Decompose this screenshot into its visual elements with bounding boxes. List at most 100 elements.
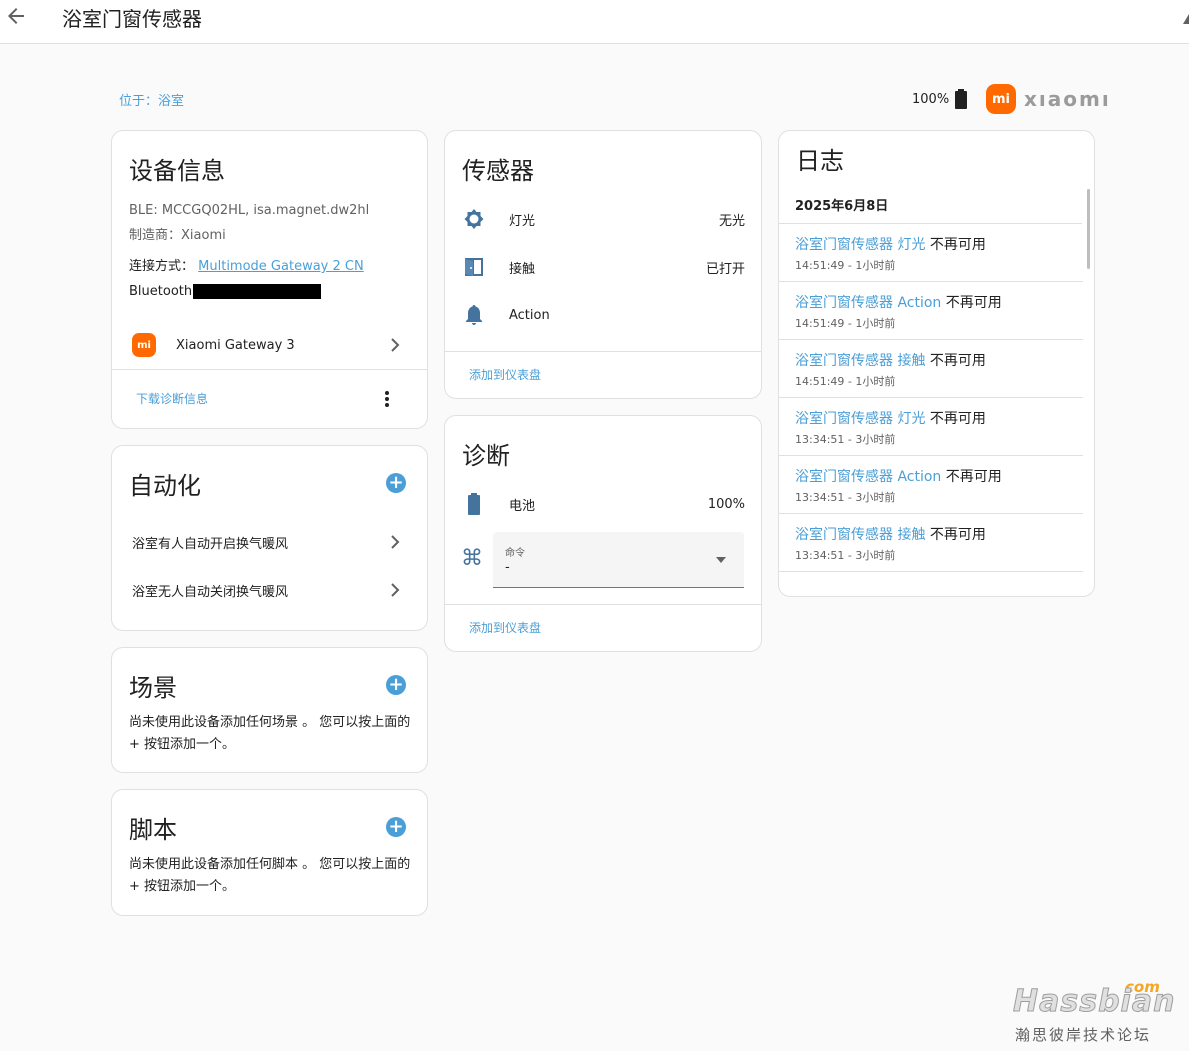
log-entry-status: 不再可用 <box>925 353 986 369</box>
battery-percent: 100% <box>912 91 950 107</box>
scene-card: 场景 + 尚未使用此设备添加任何场景 。 您可以按上面的 + 按钮添加一个。 <box>111 647 428 773</box>
log-entry-status: 不再可用 <box>941 295 1002 311</box>
device-info-card: 设备信息 BLE: MCCGQ02HL, isa.magnet.dw2hl 制造… <box>111 130 428 429</box>
log-entry[interactable]: 浴室门窗传感器 接触 不再可用 14:51:49 - 1小时前 <box>779 340 1083 398</box>
diagnostics-card: 诊断 电池 100% ⌘ 命令 - 添加到仪表盘 <box>444 415 762 652</box>
command-row: ⌘ 命令 - <box>445 532 763 588</box>
card-divider <box>112 369 427 370</box>
door-open-icon <box>465 258 483 276</box>
command-select[interactable]: 命令 - <box>493 532 744 588</box>
logbook-date: 2025年6月8日 <box>795 199 889 214</box>
log-entry-time: 14:51:49 - 1小时前 <box>795 259 896 272</box>
scene-empty-text: 尚未使用此设备添加任何场景 。 您可以按上面的 + 按钮添加一个。 <box>129 715 411 752</box>
sensor-row-action[interactable]: Action <box>445 303 761 327</box>
sensor-label: Action <box>509 307 550 323</box>
sensor-value: 已打开 <box>705 261 745 277</box>
logbook-title: 日志 <box>796 147 844 175</box>
script-title: 脚本 <box>129 816 177 844</box>
log-entry-title: 浴室门窗传感器 灯光 不再可用 <box>795 234 986 254</box>
automation-item[interactable]: 浴室无人自动关闭换气暖风 <box>112 578 427 602</box>
log-entry-time: 13:34:51 - 3小时前 <box>795 491 896 504</box>
add-to-dashboard-button[interactable]: 添加到仪表盘 <box>469 366 541 383</box>
watermark-logo: Hassbian <box>1012 984 1176 1020</box>
add-to-dashboard-button[interactable]: 添加到仪表盘 <box>469 619 541 636</box>
add-scene-button[interactable]: + <box>386 675 406 695</box>
add-script-button[interactable]: + <box>386 817 406 837</box>
log-entry[interactable]: 浴室门窗传感器 Action 不再可用 14:51:49 - 1小时前 <box>779 282 1083 340</box>
sensor-row-light[interactable]: 灯光 无光 <box>445 207 761 231</box>
corner-resize-icon <box>1183 14 1189 24</box>
connection-row: 连接方式： Multimode Gateway 2 CN <box>129 255 364 274</box>
device-info-title: 设备信息 <box>129 157 225 185</box>
chevron-right-icon <box>391 583 400 597</box>
logbook-card: 日志 2025年6月8日 浴室门窗传感器 灯光 不再可用 14:51:49 - 1… <box>778 130 1095 597</box>
back-arrow-icon[interactable] <box>4 4 28 28</box>
log-entry-time: 14:51:49 - 1小时前 <box>795 317 896 330</box>
redacted-address <box>193 284 322 299</box>
log-entity-link[interactable]: 浴室门窗传感器 灯光 <box>795 237 925 253</box>
card-divider <box>445 604 761 605</box>
log-entry[interactable]: 浴室门窗传感器 Action 不再可用 13:34:51 - 3小时前 <box>779 456 1083 514</box>
more-vert-icon[interactable] <box>384 390 390 408</box>
chevron-right-icon <box>391 338 400 352</box>
bluetooth-label: Bluetooth <box>129 284 193 299</box>
command-select-label: 命令 <box>505 548 525 559</box>
log-entity-link[interactable]: 浴室门窗传感器 接触 <box>795 353 925 369</box>
automation-card: 自动化 + 浴室有人自动开启换气暖风 浴室无人自动关闭换气暖风 <box>111 445 428 631</box>
log-entity-link[interactable]: 浴室门窗传感器 Action <box>795 295 941 311</box>
location-link[interactable]: 位于：浴室 <box>119 90 184 109</box>
gateway-link[interactable]: Multimode Gateway 2 CN <box>198 259 364 274</box>
watermark-subtitle: 瀚思彼岸技术论坛 <box>1015 1026 1152 1044</box>
add-automation-button[interactable]: + <box>386 473 406 493</box>
log-entity-link[interactable]: 浴室门窗传感器 灯光 <box>795 411 925 427</box>
diagnostic-label: 电池 <box>509 498 536 514</box>
script-empty-text: 尚未使用此设备添加任何脚本 。 您可以按上面的 + 按钮添加一个。 <box>129 857 411 894</box>
download-diagnostics-button[interactable]: 下载诊断信息 <box>136 390 208 407</box>
battery-icon <box>955 89 968 109</box>
automation-title: 自动化 <box>129 472 201 500</box>
chevron-right-icon <box>391 535 400 549</box>
log-entry-time: 13:34:51 - 3小时前 <box>795 549 896 562</box>
log-entity-link[interactable]: 浴室门窗传感器 接触 <box>795 527 925 543</box>
sensors-card: 传感器 灯光 无光 接触 已打开 Action 添加到仪表盘 <box>444 130 762 399</box>
sensor-value: 无光 <box>718 213 745 229</box>
brand-logo: mi xıaomı <box>986 84 1111 114</box>
script-card: 脚本 + 尚未使用此设备添加任何脚本 。 您可以按上面的 + 按钮添加一个。 <box>111 789 428 916</box>
sensors-title: 传感器 <box>462 157 534 185</box>
log-entry-title: 浴室门窗传感器 Action 不再可用 <box>795 292 1002 312</box>
sensor-label: 灯光 <box>509 213 536 229</box>
diagnostic-value: 100% <box>707 496 745 512</box>
battery-icon <box>468 493 480 515</box>
log-entry-title: 浴室门窗传感器 Action 不再可用 <box>795 466 1002 486</box>
bluetooth-row: Bluetooth <box>129 284 322 299</box>
sensor-row-contact[interactable]: 接触 已打开 <box>445 255 761 279</box>
log-entry-status: 不再可用 <box>925 237 986 253</box>
command-select-value: - <box>505 560 510 575</box>
log-entry-title: 浴室门窗传感器 接触 不再可用 <box>795 350 986 370</box>
log-entry[interactable]: 浴室门窗传感器 接触 不再可用 13:34:51 - 3小时前 <box>779 514 1083 572</box>
log-entry[interactable]: 浴室门窗传感器 灯光 不再可用 13:34:51 - 3小时前 <box>779 398 1083 456</box>
sensor-label: 接触 <box>509 261 536 277</box>
automation-item-label: 浴室有人自动开启换气暖风 <box>132 536 289 552</box>
gateway-row[interactable]: mi Xiaomi Gateway 3 <box>112 331 427 359</box>
ble-model: BLE: MCCGQ02HL, isa.magnet.dw2hl <box>129 203 370 218</box>
bell-icon <box>466 305 482 325</box>
page-title: 浴室门窗传感器 <box>62 7 202 31</box>
log-entry-time: 14:51:49 - 1小时前 <box>795 375 896 388</box>
log-entry-status: 不再可用 <box>925 411 986 427</box>
diagnostic-row-battery[interactable]: 电池 100% <box>445 492 761 516</box>
log-entity-link[interactable]: 浴室门窗传感器 Action <box>795 469 941 485</box>
card-divider <box>445 351 761 352</box>
automation-item[interactable]: 浴室有人自动开启换气暖风 <box>112 530 427 554</box>
logbook-scrollbar[interactable] <box>1087 189 1090 269</box>
dropdown-arrow-icon <box>716 557 726 563</box>
log-entry[interactable]: 浴室门窗传感器 灯光 不再可用 14:51:49 - 1小时前 <box>779 224 1083 282</box>
connection-label: 连接方式： <box>129 259 195 274</box>
diagnostics-title: 诊断 <box>462 442 510 470</box>
battery-indicator: 100% <box>912 89 968 109</box>
brand-name: xıaomı <box>1024 87 1111 111</box>
log-entry-status: 不再可用 <box>941 469 1002 485</box>
top-app-bar: 浴室门窗传感器 <box>0 0 1189 44</box>
automation-item-label: 浴室无人自动关闭换气暖风 <box>132 584 289 600</box>
log-entry-title: 浴室门窗传感器 接触 不再可用 <box>795 524 986 544</box>
